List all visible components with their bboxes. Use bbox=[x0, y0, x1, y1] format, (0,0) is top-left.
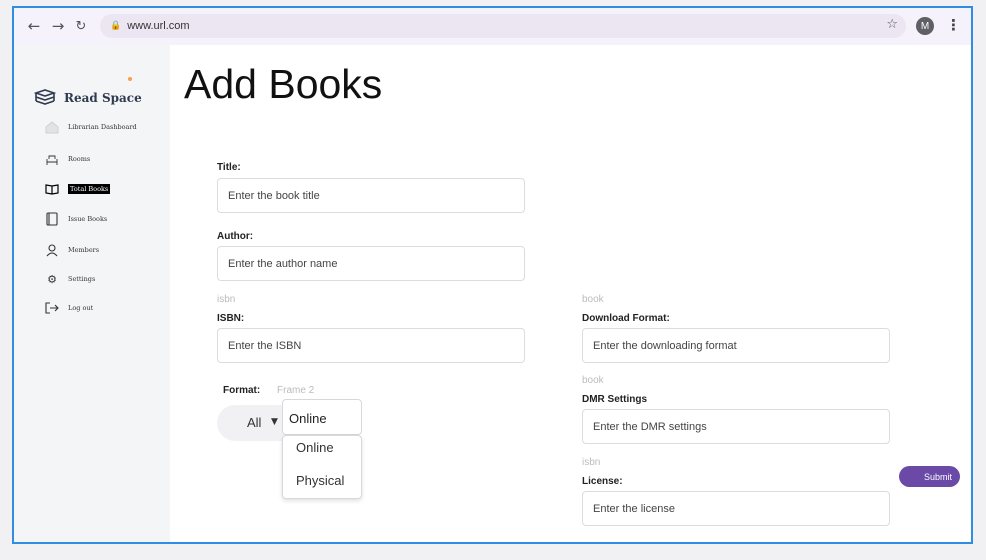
sidebar-item-settings[interactable]: ⚙ Settings bbox=[44, 271, 95, 287]
logout-icon bbox=[44, 301, 60, 315]
sidebar-item-log-out[interactable]: Log out bbox=[44, 300, 93, 316]
app-content: Read Space Librarian Dashboard Rooms Tot… bbox=[14, 45, 971, 542]
frame-label: Frame 2 bbox=[277, 385, 315, 396]
caret-down-icon: ▼ bbox=[271, 417, 278, 427]
open-book-icon bbox=[44, 182, 60, 196]
home-icon bbox=[44, 120, 60, 134]
back-arrow-icon[interactable]: ← bbox=[24, 16, 44, 36]
sidebar-item-rooms[interactable]: Rooms bbox=[44, 151, 90, 167]
title-input[interactable] bbox=[217, 178, 525, 213]
format-label: Format: bbox=[223, 385, 261, 396]
download-format-ghost-label: book bbox=[582, 294, 604, 305]
license-label: License: bbox=[582, 476, 623, 487]
sidebar: Read Space Librarian Dashboard Rooms Tot… bbox=[14, 45, 170, 542]
browser-window: ← → ↻ 🔒 www.url.com ☆ M ⋮ Read Space Lib… bbox=[12, 6, 973, 544]
isbn-label: ISBN: bbox=[217, 313, 245, 324]
book-icon bbox=[44, 212, 60, 226]
sidebar-item-label: Members bbox=[68, 246, 100, 254]
url-text: www.url.com bbox=[127, 20, 190, 32]
sidebar-item-label: Librarian Dashboard bbox=[68, 123, 137, 131]
title-label: Title: bbox=[217, 162, 241, 173]
room-icon bbox=[44, 152, 60, 166]
sidebar-item-label: Issue Books bbox=[68, 215, 108, 223]
format-selected-label: Online bbox=[289, 411, 327, 426]
format-select-value: All bbox=[247, 415, 262, 430]
author-label: Author: bbox=[217, 231, 254, 242]
author-input[interactable] bbox=[217, 246, 525, 281]
sidebar-item-label: Total Books bbox=[68, 184, 111, 194]
forward-arrow-icon[interactable]: → bbox=[48, 16, 68, 36]
isbn-ghost-label: isbn bbox=[217, 294, 236, 305]
brand-name: Read Space bbox=[64, 91, 142, 105]
bookmark-star-icon[interactable]: ☆ bbox=[886, 17, 898, 32]
sidebar-item-label: Log out bbox=[68, 304, 94, 312]
sidebar-item-label: Settings bbox=[68, 275, 96, 283]
submit-button[interactable]: Submit bbox=[899, 466, 960, 487]
dmr-settings-input[interactable] bbox=[582, 409, 890, 444]
reload-icon[interactable]: ↻ bbox=[71, 16, 91, 36]
sidebar-item-issue-books[interactable]: Issue Books bbox=[44, 211, 107, 227]
sidebar-item-members[interactable]: Members bbox=[44, 242, 99, 258]
submit-dot bbox=[907, 473, 914, 480]
license-input[interactable] bbox=[582, 491, 890, 526]
license-ghost-label: isbn bbox=[582, 457, 601, 468]
book-stack-icon bbox=[34, 89, 56, 105]
brand-dot bbox=[128, 77, 132, 81]
brand[interactable]: Read Space bbox=[34, 89, 142, 107]
submit-label: Submit bbox=[923, 471, 952, 482]
dmr-settings-ghost-label: book bbox=[582, 375, 604, 386]
profile-avatar[interactable]: M bbox=[916, 17, 934, 35]
gear-icon: ⚙ bbox=[47, 272, 57, 286]
user-icon bbox=[44, 243, 60, 257]
sidebar-item-total-books[interactable]: Total Books bbox=[44, 181, 111, 197]
format-selected-option[interactable]: Online bbox=[282, 399, 362, 435]
dmr-settings-label: DMR Settings bbox=[582, 394, 647, 405]
page-title: Add Books bbox=[184, 61, 383, 107]
format-dropdown: Online Physical bbox=[282, 435, 362, 499]
dropdown-option-physical[interactable]: Physical bbox=[296, 473, 344, 488]
download-format-label: Download Format: bbox=[582, 313, 670, 324]
isbn-input[interactable] bbox=[217, 328, 525, 363]
address-bar[interactable]: 🔒 www.url.com ☆ bbox=[100, 14, 906, 38]
browser-menu-icon[interactable]: ⋮ bbox=[946, 16, 961, 34]
dropdown-option-online[interactable]: Online bbox=[296, 440, 334, 455]
sidebar-item-librarian-dashboard[interactable]: Librarian Dashboard bbox=[44, 119, 137, 135]
lock-icon: 🔒 bbox=[110, 21, 122, 31]
download-format-input[interactable] bbox=[582, 328, 890, 363]
browser-toolbar: ← → ↻ 🔒 www.url.com ☆ M ⋮ bbox=[14, 8, 971, 45]
sidebar-item-label: Rooms bbox=[68, 155, 91, 163]
